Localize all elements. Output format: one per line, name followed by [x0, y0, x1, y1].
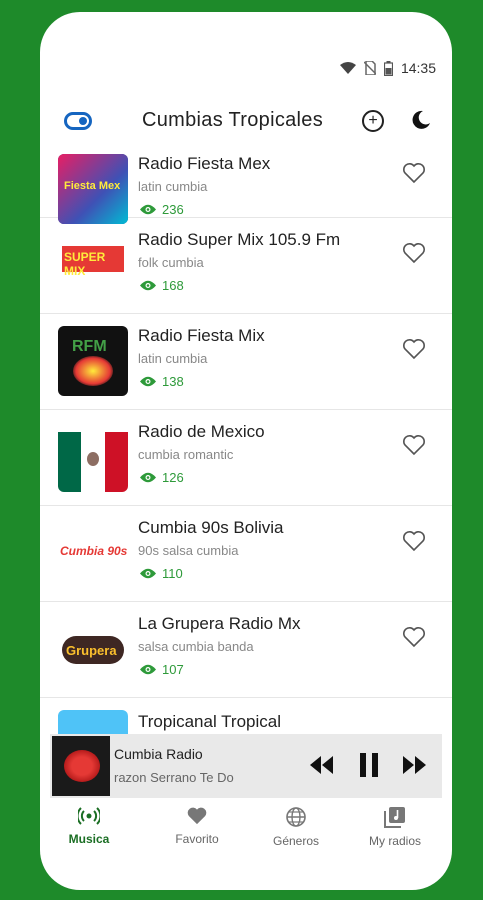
theme-toggle[interactable]: [64, 112, 92, 130]
station-name: Radio Super Mix 105.9 Fm: [138, 230, 341, 249]
globe-icon: [286, 807, 306, 827]
favorite-heart-icon[interactable]: [402, 626, 426, 648]
station-name: Radio de Mexico: [138, 422, 265, 441]
station-views: 236: [140, 202, 184, 217]
station-logo: RFM: [58, 326, 128, 396]
nav-generos[interactable]: Géneros: [251, 806, 341, 848]
nav-label: My radios: [368, 834, 421, 848]
app-bar: Cumbias Tropicales +: [40, 94, 452, 150]
add-icon[interactable]: +: [362, 110, 384, 132]
station-logo: Cumbia 90s: [58, 518, 128, 588]
player-title: Cumbia Radio: [114, 746, 203, 762]
station-item[interactable]: Radio de Mexico cumbia romantic 126: [40, 410, 452, 506]
eye-icon: [140, 280, 156, 291]
station-genre: latin cumbia: [138, 179, 208, 194]
nav-favorito[interactable]: Favorito: [152, 806, 242, 846]
station-name: Radio Fiesta Mix: [138, 326, 265, 345]
views-count: 107: [162, 662, 184, 677]
wifi-icon: [339, 61, 356, 74]
station-logo-text: SUPER MIX: [64, 250, 106, 278]
station-name: Cumbia 90s Bolivia: [138, 518, 284, 537]
bottom-navigation: Musica Favorito Géneros My radios: [40, 802, 452, 870]
eye-icon: [140, 568, 156, 579]
favorite-heart-icon[interactable]: [402, 434, 426, 456]
eye-icon: [140, 376, 156, 387]
nav-label: Musica: [68, 832, 110, 846]
phone-screen: 14:35 Cumbias Tropicales + Fiesta Mex Ra…: [40, 12, 452, 890]
station-logo: Grupera: [58, 614, 128, 684]
nav-label: Géneros: [272, 834, 320, 848]
station-list[interactable]: Fiesta Mex Radio Fiesta Mex latin cumbia…: [40, 150, 452, 740]
dark-mode-icon[interactable]: [411, 110, 431, 130]
station-name: Tropicanal Tropical: [138, 712, 281, 731]
station-genre: 90s salsa cumbia: [138, 543, 239, 558]
station-genre: salsa cumbia banda: [138, 639, 254, 654]
station-genre: folk cumbia: [138, 255, 204, 270]
station-views: 168: [140, 278, 184, 293]
station-name: Radio Fiesta Mex: [138, 154, 271, 173]
player-subtitle: razon Serrano Te Do: [114, 770, 234, 785]
eye-icon: [140, 472, 156, 483]
heart-icon: [187, 807, 207, 825]
pause-icon[interactable]: [358, 752, 380, 778]
no-sim-icon: [363, 61, 376, 75]
station-logo-text: RFM: [72, 338, 107, 355]
station-views: 110: [140, 566, 183, 581]
station-views: 126: [140, 470, 184, 485]
station-item[interactable]: RFM Radio Fiesta Mix latin cumbia 138: [40, 314, 452, 410]
nav-my-radios[interactable]: My radios: [350, 806, 440, 848]
station-name: La Grupera Radio Mx: [138, 614, 301, 633]
station-genre: cumbia romantic: [138, 447, 234, 462]
player-artwork: [52, 736, 110, 796]
station-logo: SUPER MIX: [58, 230, 128, 300]
page-title: Cumbias Tropicales: [142, 109, 324, 131]
station-logo: [58, 422, 128, 492]
station-logo-text: Fiesta Mex: [64, 180, 121, 192]
nav-label: Favorito: [175, 832, 219, 846]
previous-icon[interactable]: [308, 754, 334, 776]
music-library-icon: [384, 807, 405, 828]
battery-icon: [383, 60, 393, 76]
views-count: 138: [162, 374, 184, 389]
station-item[interactable]: Cumbia 90s Cumbia 90s Bolivia 90s salsa …: [40, 506, 452, 602]
station-item[interactable]: SUPER MIX Radio Super Mix 105.9 Fm folk …: [40, 218, 452, 314]
favorite-heart-icon[interactable]: [402, 338, 426, 360]
favorite-heart-icon[interactable]: [402, 162, 426, 184]
views-count: 126: [162, 470, 184, 485]
status-icons: 14:35: [339, 60, 436, 76]
station-logo-text: Grupera: [66, 643, 117, 658]
mini-player[interactable]: Cumbia Radio razon Serrano Te Do: [50, 734, 442, 798]
nav-musica[interactable]: Musica: [44, 806, 134, 846]
next-icon[interactable]: [402, 754, 428, 776]
favorite-heart-icon[interactable]: [402, 242, 426, 264]
eye-icon: [140, 204, 156, 215]
station-item[interactable]: Fiesta Mex Radio Fiesta Mex latin cumbia…: [40, 150, 452, 224]
views-count: 168: [162, 278, 184, 293]
views-count: 236: [162, 202, 184, 217]
station-item[interactable]: Grupera La Grupera Radio Mx salsa cumbia…: [40, 602, 452, 698]
station-genre: latin cumbia: [138, 351, 208, 366]
clock: 14:35: [400, 60, 436, 76]
radio-waves-icon: [78, 807, 100, 825]
views-count: 110: [162, 566, 183, 581]
status-bar: 14:35: [40, 12, 452, 92]
favorite-heart-icon[interactable]: [402, 530, 426, 552]
station-logo: Fiesta Mex: [58, 154, 128, 224]
eye-icon: [140, 664, 156, 675]
station-views: 107: [140, 662, 184, 677]
station-logo-text: Cumbia 90s: [60, 544, 128, 558]
station-views: 138: [140, 374, 184, 389]
